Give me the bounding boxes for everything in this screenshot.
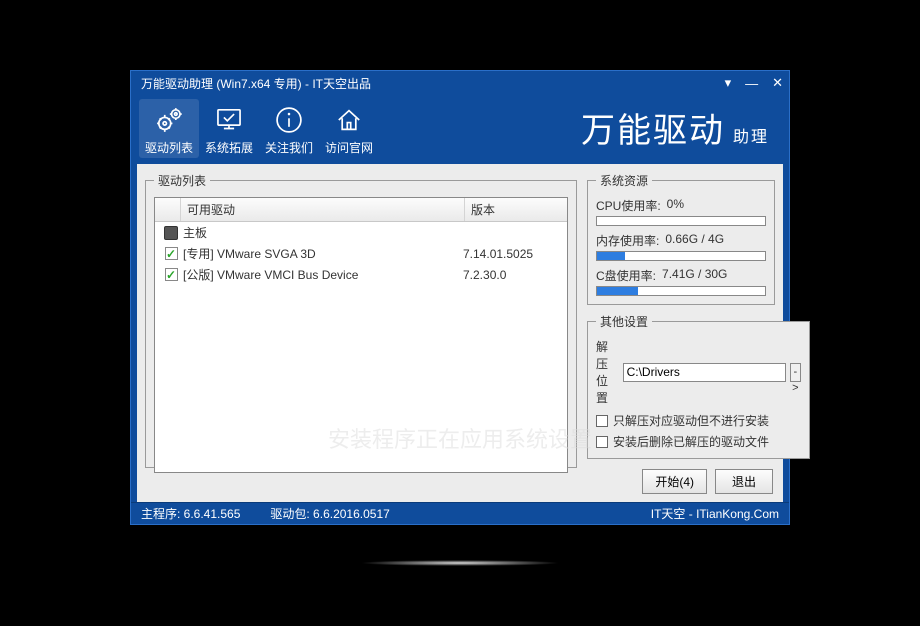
driver-list-legend: 驱动列表 — [154, 172, 210, 189]
memory-label: 内存使用率: — [596, 232, 659, 249]
tab-driver-list[interactable]: 驱动列表 — [139, 99, 199, 158]
option-extract-only[interactable]: 只解压对应驱动但不进行安装 — [596, 412, 801, 429]
row-checkbox[interactable] — [165, 268, 178, 281]
path-label: 解压位置 — [596, 338, 619, 406]
table-header: 可用驱动 版本 — [155, 198, 567, 222]
titlebar[interactable]: 万能驱动助理 (Win7.x64 专用) - IT天空出品 ▾ — ✕ — [131, 71, 789, 95]
window-menu-icon[interactable]: ▾ — [725, 75, 732, 91]
driver-version: 7.2.30.0 — [463, 268, 563, 282]
brand-main: 万能驱动 — [581, 103, 725, 152]
table-body: 主板 [专用] VMware SVGA 3D 7.14.01.5025 [公版]… — [155, 222, 567, 285]
memory-row: 内存使用率: 0.66G / 4G — [596, 232, 766, 261]
row-checkbox[interactable] — [165, 247, 178, 260]
option-label: 只解压对应驱动但不进行安装 — [613, 412, 769, 429]
action-buttons: 开始(4) 退出 — [587, 467, 775, 494]
right-panel: 系统资源 CPU使用率: 0% 内存使用率: 0.66G / 4G — [587, 172, 775, 494]
option-delete-after[interactable]: 安装后删除已解压的驱动文件 — [596, 433, 801, 450]
cpu-label: CPU使用率: — [596, 197, 661, 214]
cpu-row: CPU使用率: 0% — [596, 197, 766, 226]
exit-button[interactable]: 退出 — [715, 469, 773, 494]
tab-label: 访问官网 — [319, 139, 379, 156]
memory-bar — [596, 251, 766, 261]
left-panel: 驱动列表 可用驱动 版本 主板 — [145, 172, 577, 494]
memory-value: 0.66G / 4G — [665, 232, 724, 249]
table-row[interactable]: [公版] VMware VMCI Bus Device 7.2.30.0 — [155, 264, 567, 285]
cpu-value: 0% — [667, 197, 684, 214]
system-legend: 系统资源 — [596, 172, 652, 189]
website-label: IT天空 - ITianKong.Com — [651, 505, 779, 522]
driver-pack-version: 驱动包: 6.6.2016.0517 — [270, 505, 389, 522]
driver-name: [公版] VMware VMCI Bus Device — [183, 266, 463, 283]
extract-path-input[interactable] — [623, 363, 786, 382]
other-settings-group: 其他设置 解压位置 -> 只解压对应驱动但不进行安装 安装后删除已解压的驱动文件 — [587, 313, 810, 459]
motherboard-icon — [164, 226, 178, 240]
tab-website[interactable]: 访问官网 — [319, 99, 379, 158]
col-name[interactable]: 可用驱动 — [181, 198, 465, 221]
disk-bar — [596, 286, 766, 296]
extract-path-row: 解压位置 -> — [596, 338, 801, 406]
brand-logo: 万能驱动 助理 — [581, 103, 769, 152]
window-title: 万能驱动助理 (Win7.x64 专用) - IT天空出品 — [141, 75, 371, 92]
tab-label: 驱动列表 — [139, 139, 199, 156]
info-icon — [259, 101, 319, 139]
content-area: 驱动列表 可用驱动 版本 主板 — [137, 164, 783, 502]
table-row[interactable]: [专用] VMware SVGA 3D 7.14.01.5025 — [155, 243, 567, 264]
driver-list-group: 驱动列表 可用驱动 版本 主板 — [145, 172, 577, 468]
home-icon — [319, 101, 379, 139]
driver-version: 7.14.01.5025 — [463, 247, 563, 261]
cpu-bar — [596, 216, 766, 226]
start-button[interactable]: 开始(4) — [642, 469, 707, 494]
driver-name: [专用] VMware SVGA 3D — [183, 245, 463, 262]
window-controls: ▾ — ✕ — [725, 75, 783, 91]
app-window: 万能驱动助理 (Win7.x64 专用) - IT天空出品 ▾ — ✕ 驱动列表… — [130, 70, 790, 525]
col-checkbox[interactable] — [155, 198, 181, 221]
other-legend: 其他设置 — [596, 313, 652, 330]
disk-row: C盘使用率: 7.41G / 30G — [596, 267, 766, 296]
disk-value: 7.41G / 30G — [662, 267, 727, 284]
gears-icon — [139, 101, 199, 139]
option-label: 安装后删除已解压的驱动文件 — [613, 433, 769, 450]
system-resources-group: 系统资源 CPU使用率: 0% 内存使用率: 0.66G / 4G — [587, 172, 775, 305]
main-program-version: 主程序: 6.6.41.565 — [141, 505, 240, 522]
tab-label: 关注我们 — [259, 139, 319, 156]
tab-label: 系统拓展 — [199, 139, 259, 156]
driver-table[interactable]: 可用驱动 版本 主板 [专用] VMware SVGA 3D 7.14.01.5 — [154, 197, 568, 473]
checkbox[interactable] — [596, 436, 608, 448]
browse-button[interactable]: -> — [790, 363, 801, 382]
tab-follow-us[interactable]: 关注我们 — [259, 99, 319, 158]
minimize-icon[interactable]: — — [745, 76, 758, 91]
close-icon[interactable]: ✕ — [772, 75, 783, 91]
statusbar: 主程序: 6.6.41.565 驱动包: 6.6.2016.0517 IT天空 … — [131, 502, 789, 524]
col-version[interactable]: 版本 — [465, 198, 567, 221]
monitor-check-icon — [199, 101, 259, 139]
toolbar: 驱动列表 系统拓展 关注我们 访问官网 万能驱动 助理 — [131, 95, 789, 164]
checkbox[interactable] — [596, 415, 608, 427]
disk-label: C盘使用率: — [596, 267, 656, 284]
brand-sub: 助理 — [733, 123, 769, 147]
tab-system-ext[interactable]: 系统拓展 — [199, 99, 259, 158]
category-label: 主板 — [183, 224, 463, 241]
glow-decoration — [360, 560, 560, 566]
category-row[interactable]: 主板 — [155, 222, 567, 243]
